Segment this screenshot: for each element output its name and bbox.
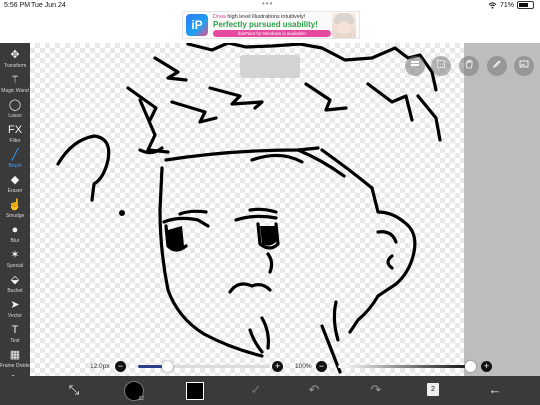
tool-vector[interactable]: ➤ Vector xyxy=(0,299,30,323)
tool-label: Bucket xyxy=(7,288,23,294)
ad-banner[interactable]: iP Draw high level illustrations intuiti… xyxy=(182,11,360,39)
back-arrow-icon[interactable]: ← xyxy=(484,380,506,400)
tool-palette: ✥ Transform ⚚ Magic Wand ◯ Lasso FX Filter ╱ Brus… xyxy=(0,43,32,405)
tool-smudge[interactable]: ☝ Smudge xyxy=(0,199,30,223)
tool-label: Vector xyxy=(7,313,23,319)
undo-icon[interactable]: ↶ xyxy=(304,380,324,400)
ad-illustration xyxy=(332,13,356,38)
brush-opacity-value: 100% xyxy=(295,363,312,370)
battery-percent: 71% xyxy=(499,1,514,9)
sketch-drawing xyxy=(56,43,442,374)
layers-icon[interactable] xyxy=(405,56,425,76)
filter-icon: FX xyxy=(7,124,23,136)
status-bar: 5:56 PM Tue Jun 24 ••• 71% xyxy=(0,0,540,11)
tool-label: Smudge xyxy=(5,213,25,219)
tool-label: Text xyxy=(10,338,20,344)
status-time: 5:56 PM xyxy=(4,2,31,9)
tool-label: Transform xyxy=(3,63,27,69)
bottom-toolbar: ⤡ 12 ✓ ↶ ↷ 2 ← xyxy=(0,376,540,405)
brush-size-value: 12.0px xyxy=(90,363,110,370)
tool-label: Brush xyxy=(8,163,22,169)
ibispaint-logo: iP xyxy=(186,14,208,36)
check-icon[interactable]: ✓ xyxy=(246,380,266,400)
pencil-icon[interactable] xyxy=(487,56,507,76)
blur-icon: ● xyxy=(11,224,19,236)
bucket-icon: ⬙ xyxy=(10,274,20,286)
tool-label: Frame Divider xyxy=(0,363,32,369)
tool-filter[interactable]: FX Filter xyxy=(0,124,30,148)
status-date: Tue Jun 24 xyxy=(31,2,66,9)
tool-bucket[interactable]: ⬙ Bucket xyxy=(0,274,30,298)
hand-icon[interactable] xyxy=(459,56,479,76)
selection-icon[interactable] xyxy=(431,56,451,76)
brush-icon: ╱ xyxy=(11,149,19,161)
canvas-side-area xyxy=(464,43,540,376)
tool-label: Lasso xyxy=(8,113,22,119)
ad-area: iP Draw high level illustrations intuiti… xyxy=(0,11,540,43)
ad-cta[interactable]: ibisPaint for Windows is available! xyxy=(213,30,331,37)
image-icon[interactable] xyxy=(514,56,534,76)
tool-special[interactable]: ✶ Special xyxy=(0,249,30,273)
battery-icon xyxy=(517,1,534,9)
brush-opacity-knob[interactable] xyxy=(465,361,476,372)
transform-icon: ✥ xyxy=(10,49,20,61)
redo-icon[interactable]: ↷ xyxy=(366,380,386,400)
text-icon: T xyxy=(11,324,19,336)
size-decrease-button[interactable]: − xyxy=(115,361,126,372)
tool-label: Blur xyxy=(10,238,20,244)
tool-transform[interactable]: ✥ Transform xyxy=(0,49,30,73)
transform-icon[interactable]: ⤡ xyxy=(64,380,84,400)
tool-brush[interactable]: ╱ Brush xyxy=(0,149,30,173)
tool-label: Filter xyxy=(9,138,21,144)
color-swatch-button[interactable] xyxy=(186,382,204,400)
multitasking-dots[interactable]: ••• xyxy=(262,0,273,8)
tool-magic-wand[interactable]: ⚚ Magic Wand xyxy=(0,74,30,98)
tool-label: Magic Wand xyxy=(1,88,29,94)
smudge-icon: ☝ xyxy=(8,199,22,211)
brush-opacity-slider[interactable] xyxy=(338,365,470,368)
tool-blur[interactable]: ● Blur xyxy=(0,224,30,248)
magic-wand-icon: ⚚ xyxy=(10,74,20,86)
opacity-increase-button[interactable]: + xyxy=(481,361,492,372)
tool-label: Special xyxy=(6,263,24,269)
drawing-canvas[interactable] xyxy=(30,43,464,376)
size-increase-button[interactable]: + xyxy=(272,361,283,372)
wifi-icon xyxy=(488,1,497,9)
tool-text[interactable]: T Text xyxy=(0,324,30,348)
opacity-decrease-button[interactable]: − xyxy=(316,361,327,372)
eraser-icon: ◆ xyxy=(10,174,20,186)
lasso-icon: ◯ xyxy=(8,99,22,111)
tool-frame-divider[interactable]: ▦ Frame Divider xyxy=(0,349,32,373)
vector-icon: ➤ xyxy=(10,299,20,311)
status-right: 71% xyxy=(488,1,534,9)
tool-eraser[interactable]: ◆ Eraser xyxy=(0,174,30,198)
layer-button[interactable]: 2 xyxy=(427,383,439,396)
special-icon: ✶ xyxy=(10,249,20,261)
brush-size-knob[interactable] xyxy=(162,361,174,372)
tool-lasso[interactable]: ◯ Lasso xyxy=(0,99,30,123)
tool-label: Eraser xyxy=(7,188,23,194)
frame-divider-icon: ▦ xyxy=(9,349,21,361)
ad-headline: Perfectly pursued usability! xyxy=(213,20,318,29)
brush-preview-number: 12 xyxy=(138,396,144,402)
brush-preview-button[interactable]: 12 xyxy=(124,381,144,402)
